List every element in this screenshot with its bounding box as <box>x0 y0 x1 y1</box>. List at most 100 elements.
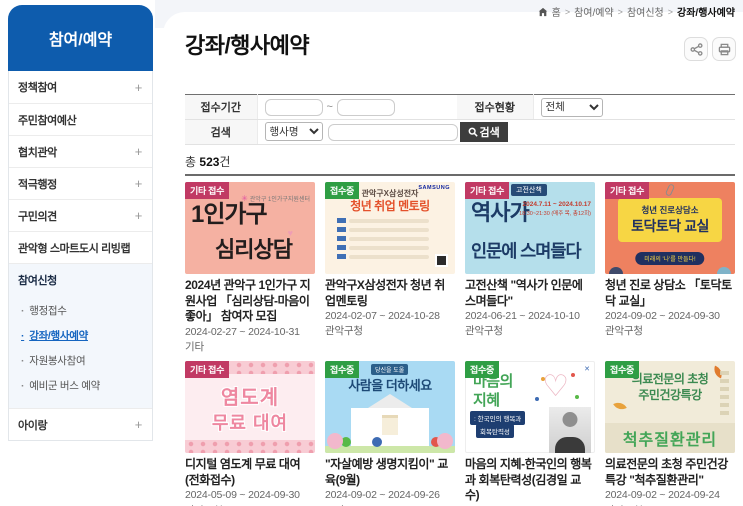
period-to-input[interactable] <box>336 98 395 116</box>
poster-text: 주민건강특강 <box>638 388 702 403</box>
dot-illustration <box>571 373 575 378</box>
poster-panel: 청년 진로상담소 토닥토닥 교실 <box>618 198 722 242</box>
keyword-input[interactable] <box>327 123 458 141</box>
spine-illustration <box>720 371 729 420</box>
event-title: 디지털 염도계 무료 대여 (전화접수) <box>185 457 301 487</box>
bullet-icon: · <box>21 304 25 317</box>
poster-text: 염도계 <box>220 387 280 410</box>
submenu-item-volunteer[interactable]: · 자원봉사참여 <box>9 348 152 373</box>
submenu-item-lecture-event-reservation[interactable]: · 강좌/행사예약 <box>9 323 152 348</box>
breadcrumb-item[interactable]: 참여신청 <box>627 4 664 19</box>
poster-text: 인문에 스며들다 <box>471 241 582 261</box>
event-poster: 기타 접수 염도계 무료 대여 <box>185 361 315 454</box>
event-card[interactable]: 기타 접수 1인가구 심리상담 관악구 1인가구지원센터 ♥ 2024년 관악구… <box>185 182 315 355</box>
event-period: 2024-09-02 ~ 2024-09-24 <box>605 489 720 502</box>
submenu-item-label: 자원봉사참여 <box>29 355 86 367</box>
paperclip-icon <box>664 183 676 197</box>
event-title: 마음의 지혜-한국인의 행복과 회복탄력성(김경일 교수) <box>465 457 592 503</box>
expand-icon: + <box>134 176 143 191</box>
event-title: 의료전문의 초청 주민건강특강 "척추질환관리" <box>605 457 728 487</box>
sidebar-item-resident-opinion[interactable]: 구민의견 + <box>9 199 152 231</box>
poster-dates: 2024.7.11 ~ 2024.10.17 18:30~21:30 (매주 목… <box>519 200 591 218</box>
event-poster: 접수중 SAMSUNG 관악구X삼성전자 청년 취업 멘토링 <box>325 182 455 274</box>
sidebar-item-label: 정책참여 <box>18 82 57 94</box>
submenu-item-reserve-bus[interactable]: · 예비군 버스 예약 <box>9 373 152 398</box>
status-select[interactable]: 전체 <box>540 97 603 117</box>
poster-text: 청년 진로상담소 <box>641 205 699 215</box>
event-card[interactable]: 접수중 의료전문의 초청 주민건강특강 척추질환관리 의료전문의 초청 주민건강… <box>605 361 735 506</box>
sidebar-item-participation-apply[interactable]: 참여신청 <box>9 264 152 296</box>
event-organizer: 기타 <box>185 341 204 353</box>
sidebar-item-smartcity-livinglab[interactable]: 관악형 스마트도시 리빙랩 <box>9 231 152 263</box>
event-poster: 기타 접수 청년 진로상담소 토닥토닥 교실 미래의 '나'를 만들다! <box>605 182 735 274</box>
event-card[interactable]: 접수중 SAMSUNG 관악구X삼성전자 청년 취업 멘토링 관악구X삼성전자 … <box>325 182 455 355</box>
tilde-separator: ~ <box>326 100 333 113</box>
event-card[interactable]: 기타 접수 고전산책 역사가 2024.7.11 ~ 2024.10.17 18… <box>465 182 595 355</box>
search-field-select[interactable]: 행사명 <box>264 122 323 142</box>
event-organizer: 관악구청 <box>465 325 503 338</box>
sidebar-item-label: 관악형 스마트도시 리빙랩 <box>18 242 131 255</box>
share-button[interactable] <box>684 37 708 61</box>
sidebar-item-airang[interactable]: 아이랑 + <box>9 408 152 440</box>
total-number: 523 <box>199 155 220 169</box>
breadcrumb-home[interactable]: 홈 <box>552 4 561 19</box>
sidebar-item-label: 적극행정 <box>18 178 57 191</box>
poster-detail-rows <box>337 218 429 263</box>
event-period: 2024-02-27 ~ 2024-10-31 <box>185 325 300 338</box>
event-card[interactable]: 접수중 당신을 도울 사람을 더하세요 "자살예방 생명지킴이" 교육(9월) … <box>325 361 455 506</box>
event-poster: 접수중 의료전문의 초청 주민건강특강 척추질환관리 <box>605 361 735 454</box>
person-illustration <box>609 267 623 274</box>
dot-illustration <box>535 397 539 402</box>
poster-text: 심리상담 <box>215 237 293 262</box>
poster-text: 지혜 <box>473 392 500 410</box>
sidebar-item-citizen-budget[interactable]: 주민참여예산 <box>9 103 152 135</box>
submenu-item-admin-reception[interactable]: · 행정접수 <box>9 298 152 323</box>
status-badge: 기타 접수 <box>465 182 510 199</box>
heart-illustration: ♡ <box>542 370 569 404</box>
period-cell: ~ <box>257 94 457 120</box>
sidebar-submenu: · 행정접수 · 강좌/행사예약 · 자원봉사참여 · 예비군 버스 예약 <box>9 296 152 408</box>
search-button[interactable]: 검색 <box>459 122 508 142</box>
poster-paper-illustration <box>382 415 398 436</box>
search-form: 접수기간 ~ 접수현황 전체 검색 행사명 검색 <box>185 94 735 145</box>
person-illustration <box>717 267 731 274</box>
qr-code <box>435 254 448 267</box>
print-button[interactable] <box>712 37 736 61</box>
status-badge: 기타 접수 <box>605 182 650 199</box>
poster-text: 무료 대여 <box>211 413 289 434</box>
house-roof-illustration <box>368 394 412 409</box>
submenu-item-label: 강좌/행사예약 <box>29 330 88 342</box>
sidebar-item-policy-participation[interactable]: 정책참여 + <box>9 71 152 103</box>
divider <box>185 174 735 176</box>
event-card[interactable]: 기타 접수 염도계 무료 대여 디지털 염도계 무료 대여 (전화접수) 202… <box>185 361 315 506</box>
breadcrumb-item[interactable]: 참여/예약 <box>574 4 614 19</box>
event-card[interactable]: 접수중 ✕ 마음의 지혜 : 한국인의 행복과 회복탄력성 ♡ 마음의 지혜-한… <box>465 361 595 506</box>
breadcrumb-current: 강좌/행사예약 <box>677 8 735 19</box>
grass-illustration <box>325 446 455 454</box>
status-badge: 기타 접수 <box>185 361 230 379</box>
sidebar-menu: 정책참여 + 주민참여예산 협치관악 + 적극행정 + 구민의견 + 관악형 스… <box>8 71 153 441</box>
status-label: 접수현황 <box>457 94 534 120</box>
expand-icon: + <box>134 417 143 432</box>
period-from-input[interactable] <box>264 98 323 116</box>
breadcrumb: 홈 > 참여/예약 > 참여신청 > 강좌/행사예약 <box>538 4 735 19</box>
event-organizer: 관악구청 <box>605 325 643 338</box>
page-actions <box>684 37 736 61</box>
sidebar-item-proactive-admin[interactable]: 적극행정 + <box>9 167 152 199</box>
total-label: 총 <box>185 155 197 169</box>
sidebar-item-hyupchi-gwanak[interactable]: 협치관악 + <box>9 135 152 167</box>
home-icon[interactable] <box>538 7 548 17</box>
heart-icon: ♥ <box>287 228 293 238</box>
status-badge: 접수중 <box>465 361 499 379</box>
sidebar-active-section: 참여신청 · 행정접수 · 강좌/행사예약 · 자원봉사참여 · 예비군 버스 … <box>9 263 152 408</box>
content: 강좌/행사예약 접수기간 ~ 접수현황 전체 검색 행사명 검색 총 523건 … <box>185 28 735 506</box>
event-card[interactable]: 기타 접수 청년 진로상담소 토닥토닥 교실 미래의 '나'를 만들다! 청년 … <box>605 182 735 355</box>
status-badge: 기타 접수 <box>185 182 230 199</box>
page: 홈 > 참여/예약 > 참여신청 > 강좌/행사예약 참여/예약 정책참여 + … <box>0 0 743 506</box>
expand-icon: + <box>134 144 143 159</box>
poster-subtitle: 회복탄력성 <box>476 424 514 439</box>
total-count: 총 523건 <box>185 153 735 170</box>
status-badge: 접수중 <box>325 361 359 379</box>
event-poster: 기타 접수 고전산책 역사가 2024.7.11 ~ 2024.10.17 18… <box>465 182 595 274</box>
speaker-photo <box>549 407 591 454</box>
